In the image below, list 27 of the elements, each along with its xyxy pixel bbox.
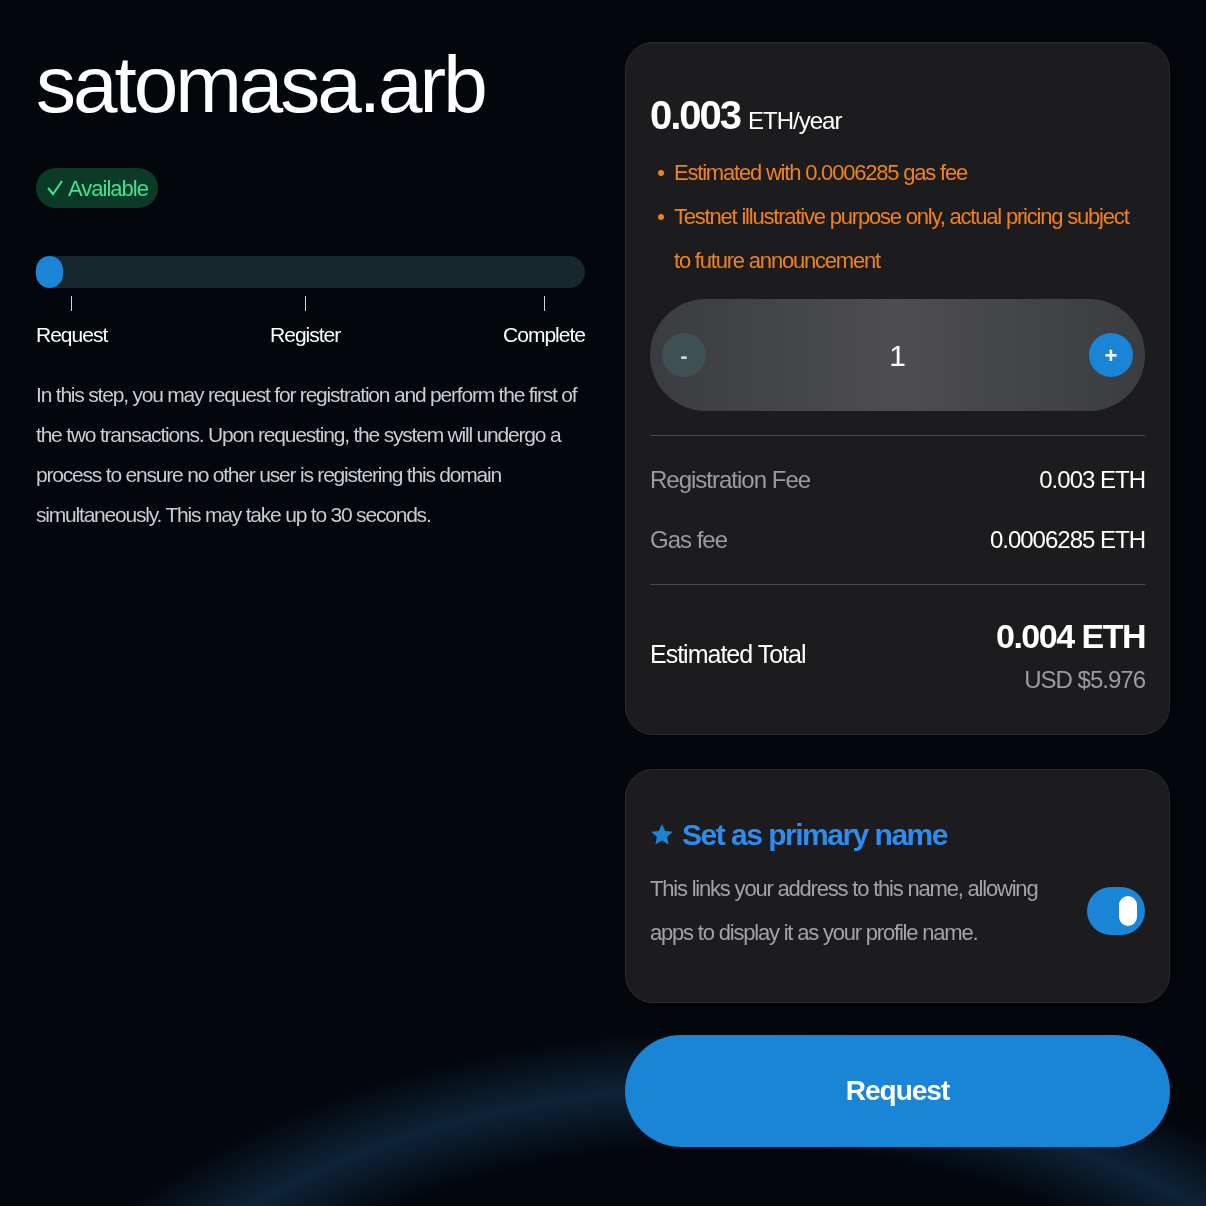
price-amount: 0.003 (650, 92, 741, 139)
fee-value: 0.003 ETH (1039, 465, 1145, 495)
domain-title: satomasa.arb (36, 40, 486, 130)
toggle-switch[interactable] (1087, 887, 1145, 935)
request-button[interactable]: Request (625, 1035, 1170, 1147)
step-label: Complete (503, 322, 585, 348)
total-label: Estimated Total (650, 638, 806, 670)
primary-name-description: This links your address to this name, allowing apps to display it as your profile name. (650, 875, 1039, 947)
primary-name-title: Set as primary name (682, 817, 947, 853)
star-icon (650, 822, 674, 847)
increase-button[interactable]: + (1089, 333, 1133, 377)
price-note: Estimated with 0.0006285 gas fee (674, 159, 968, 187)
price-unit: ETH/year (748, 106, 842, 136)
total-eth: 0.004 ETH (995, 616, 1145, 657)
status-badge: Available (36, 168, 158, 208)
quantity-value: 1 (889, 337, 906, 374)
fee-label: Registration Fee (650, 465, 811, 495)
step-label: Register (270, 322, 341, 348)
price-note: Testnet illustrative purpose only, actual pricing subject to future announcement (674, 203, 1131, 275)
check-icon (46, 179, 64, 197)
bullet-icon (658, 170, 664, 176)
step-label: Request (36, 322, 108, 348)
bullet-icon (658, 214, 664, 220)
step-description: In this step, you may request for registration and perform the first of the two transactions. Upon requesting, the system will undergo a process to ensure no other user is registering this domain simultaneously. This may take up to 30 seconds. (36, 381, 578, 528)
fee-value: 0.0006285 ETH (989, 525, 1145, 555)
fee-label: Gas fee (650, 525, 728, 555)
total-usd: USD $5.976 (1024, 665, 1145, 695)
